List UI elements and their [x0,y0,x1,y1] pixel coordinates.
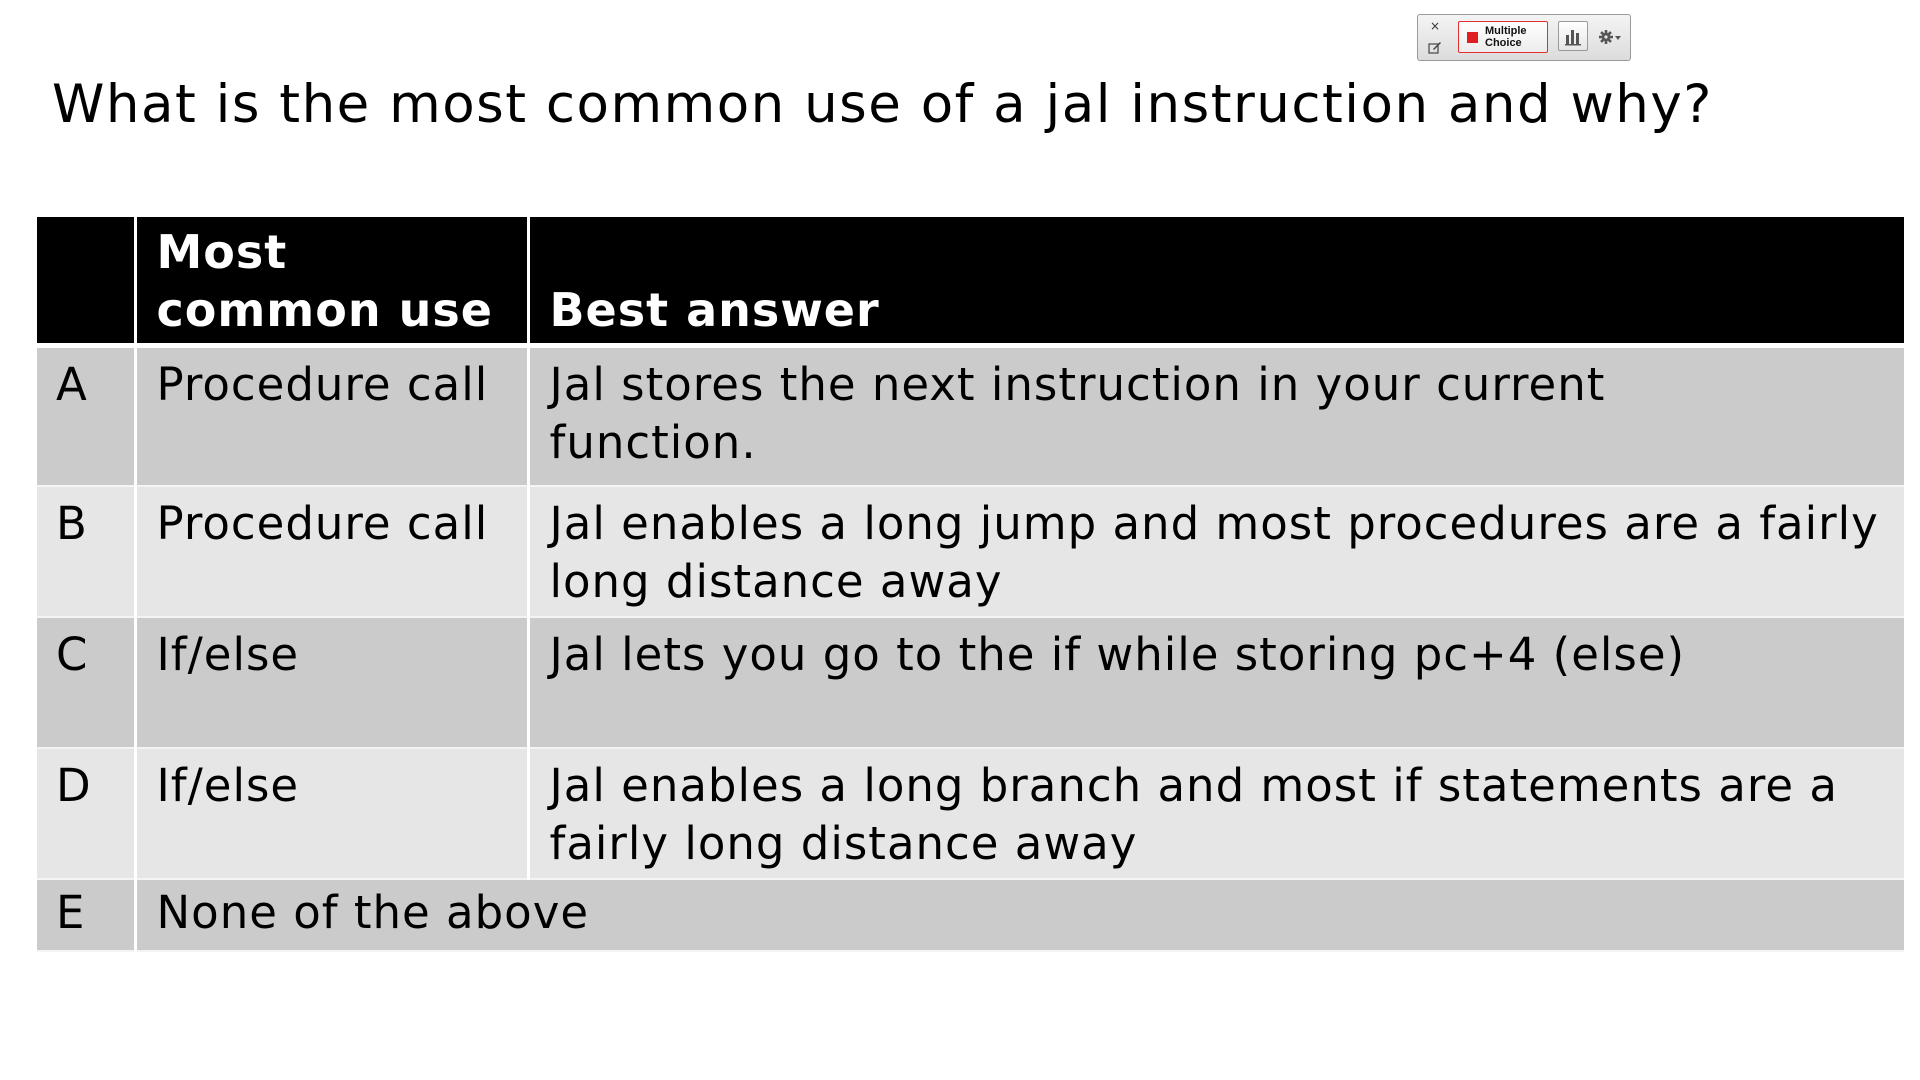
option-use: None of the above [156,886,590,939]
table-row-e[interactable]: E None of the above [37,879,1904,951]
polling-toolbar: × Multiple Choice [1417,14,1631,61]
edit-icon[interactable] [1428,39,1442,54]
answer-table: Most common use Best answer A Procedure … [37,217,1904,952]
multiple-choice-button[interactable]: Multiple Choice [1458,21,1548,53]
option-letter: D [37,748,137,879]
slide: × Multiple Choice What is the most commo… [0,0,1920,1080]
option-letter: B [37,486,137,617]
option-letter: E [37,879,137,951]
results-chart-button[interactable] [1558,21,1588,51]
bar-chart-icon [1565,30,1581,46]
table-row-c[interactable]: C If/else Jal lets you go to the if whil… [37,617,1904,748]
option-use: Procedure call [135,486,530,617]
option-answer: Jal enables a long jump and most procedu… [549,497,1879,608]
gear-icon [1599,30,1613,44]
header-most-common-use: Most common use [135,217,530,345]
dropdown-arrow-icon [1615,36,1621,40]
option-letter: C [37,617,137,748]
option-answer: Jal stores the next instruction in your … [549,357,1606,469]
settings-button[interactable] [1596,24,1626,50]
header-best-answer: Best answer [549,282,880,337]
option-use: Procedure call [135,345,530,486]
stop-square-icon [1467,32,1478,43]
multiple-choice-label: Multiple Choice [1485,25,1527,49]
header-letter [37,217,137,345]
table-row-b[interactable]: B Procedure call Jal enables a long jump… [37,486,1904,617]
table-row-a[interactable]: A Procedure call Jal stores the next ins… [37,345,1904,486]
option-use: If/else [135,617,530,748]
option-letter: A [37,345,137,486]
close-icon[interactable]: × [1430,19,1440,33]
option-answer: Jal enables a long branch and most if st… [549,759,1838,870]
option-use: If/else [135,748,530,879]
table-row-d[interactable]: D If/else Jal enables a long branch and … [37,748,1904,879]
option-answer: Jal lets you go to the if while storing … [549,628,1686,681]
table-header-row: Most common use Best answer [37,217,1904,345]
question-title: What is the most common use of a jal ins… [52,74,1713,135]
